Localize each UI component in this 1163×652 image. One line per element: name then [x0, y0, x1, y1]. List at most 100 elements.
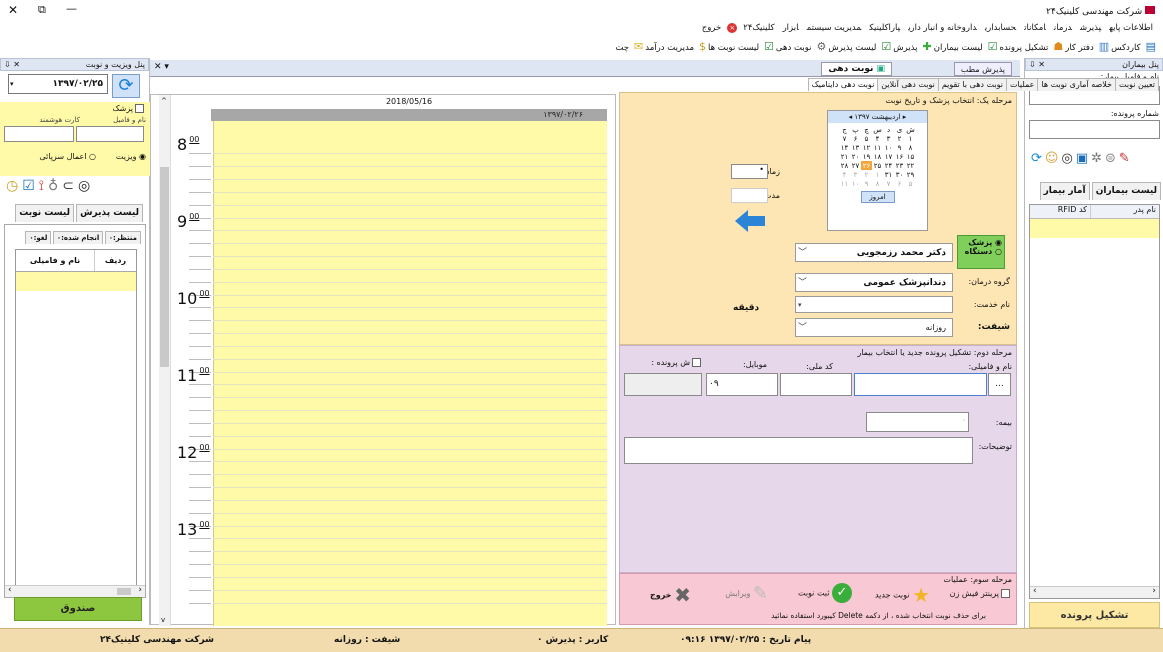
- next-month-button[interactable]: ▸: [903, 113, 907, 121]
- minimize-window-button[interactable]: —: [66, 2, 77, 15]
- subtab-0[interactable]: تعیین نوبت: [1115, 78, 1159, 91]
- calendar-day[interactable]: ۶: [850, 134, 861, 143]
- doctor-checkbox[interactable]: پزشک: [112, 104, 146, 113]
- calendar-day[interactable]: ۲: [861, 170, 872, 179]
- tab-patient-list[interactable]: لیست بیماران: [1091, 182, 1161, 200]
- insurance-select[interactable]: ◦: [866, 412, 969, 432]
- calendar-day[interactable]: ۳: [883, 134, 894, 143]
- toolbar-button-9[interactable]: چت: [615, 43, 629, 53]
- visit-time-input[interactable]: •: [731, 164, 768, 179]
- calendar-month[interactable]: اردیبهشت: [872, 113, 901, 121]
- calendar-day[interactable]: ۹: [861, 179, 872, 188]
- menu-item-0[interactable]: اطلاعات پایه: [1109, 23, 1153, 33]
- calendar-day[interactable]: ۵: [861, 134, 872, 143]
- day-schedule[interactable]: ^ v 2018/05/16 ۱۳۹۷/۰۲/۲۶ 8 00 9 00 10 00 11 00…: [150, 94, 616, 626]
- menu-item-4[interactable]: حسابداری: [985, 23, 1016, 33]
- subtab-1[interactable]: خلاصه آماری نوبت ها: [1037, 78, 1116, 91]
- toolbar-button-5[interactable]: لیست پذیرش: [828, 43, 876, 53]
- menu-item-2[interactable]: درمان: [1054, 23, 1072, 33]
- file-number-input[interactable]: [1029, 120, 1160, 139]
- toolbar-button-7[interactable]: لیست نوبت ها: [708, 43, 759, 53]
- visit-date-input[interactable]: ۱۳۹۷/۰۲/۲۵: [8, 74, 108, 94]
- exit-button[interactable]: ✖ خروج: [650, 583, 691, 607]
- mobile-input[interactable]: ۰۹: [706, 373, 778, 396]
- menu-item-10[interactable]: خروج: [702, 23, 722, 33]
- toolbar-button-6[interactable]: نوبت دهی: [776, 43, 812, 53]
- calendar-day[interactable]: ۱۴: [839, 143, 850, 152]
- menu-item-1[interactable]: پذیرش: [1080, 23, 1101, 33]
- calendar-day[interactable]: ۲۴: [883, 161, 894, 170]
- card-input[interactable]: [4, 126, 74, 142]
- prev-month-button[interactable]: ◂: [849, 113, 853, 121]
- tab-appointment-list[interactable]: لیست نوبت: [15, 204, 74, 222]
- calendar-day[interactable]: ۴: [872, 134, 883, 143]
- table-row[interactable]: [1030, 219, 1159, 238]
- menu-item-5[interactable]: داروخانه و انبار داری: [908, 23, 977, 33]
- subtab-2[interactable]: عملیات: [1005, 78, 1039, 91]
- close-window-button[interactable]: ✕: [8, 3, 18, 17]
- create-file-button[interactable]: تشکیل پرونده: [1029, 602, 1160, 628]
- menu-item-8[interactable]: ابزار: [783, 23, 799, 33]
- tab-appointment[interactable]: ▣ نوبت دهی: [821, 62, 892, 76]
- calendar-day[interactable]: ۷: [839, 134, 850, 143]
- file-number-check[interactable]: ش پرونده :: [651, 358, 703, 367]
- tab-cancelled[interactable]: لغو:۰: [25, 231, 52, 244]
- col-full-name[interactable]: نام و فامیلی: [16, 250, 94, 271]
- doctor-radio[interactable]: ◉ پزشک: [960, 238, 1002, 247]
- calendar-day[interactable]: ۱۱: [839, 179, 850, 188]
- doctor-select[interactable]: ﹀ دکتر محمد رزمجویی: [795, 243, 953, 262]
- calendar-day[interactable]: ۲۲: [905, 161, 916, 170]
- calendar-day[interactable]: ۲: [894, 134, 905, 143]
- browse-button[interactable]: ...: [988, 373, 1011, 396]
- menu-item-3[interactable]: امکانات: [1024, 23, 1046, 33]
- file-number-input[interactable]: [624, 373, 702, 396]
- today-button[interactable]: امروز: [860, 191, 895, 203]
- visit-grid[interactable]: ردیف نام و فامیلی: [15, 249, 137, 593]
- calendar-day[interactable]: ۵: [905, 179, 916, 188]
- dropdown-icon[interactable]: ▾: [10, 80, 14, 88]
- calendar-day[interactable]: ۲۱: [839, 152, 850, 161]
- calendar-day[interactable]: ۲۰: [850, 152, 861, 161]
- calendar-day[interactable]: ۱۸: [872, 152, 883, 161]
- tab-reception-list[interactable]: لیست پذیرش: [76, 204, 143, 222]
- col-father-name[interactable]: نام پدر: [1090, 205, 1159, 218]
- subtab-3[interactable]: نوبت دهی با تقویم: [937, 78, 1007, 91]
- calendar-day[interactable]: ۳۰: [894, 170, 905, 179]
- calendar-day[interactable]: ۲۸: [839, 161, 850, 170]
- refresh-button[interactable]: ⟳: [112, 74, 140, 98]
- pin-close-icon[interactable]: ✕ ⇩: [1029, 59, 1045, 70]
- horizontal-scrollbar[interactable]: ‹ ›: [5, 585, 145, 597]
- vertical-scrollbar[interactable]: ^ v: [159, 95, 171, 626]
- col-row[interactable]: ردیف: [94, 250, 136, 271]
- edit-button[interactable]: ✎ ویرایش: [725, 583, 768, 604]
- toolbar-button-2[interactable]: تشکیل پرونده: [1000, 43, 1049, 53]
- calendar-day[interactable]: ۱۶: [894, 152, 905, 161]
- name-input[interactable]: [76, 126, 144, 142]
- calendar-day[interactable]: ۲۵: [872, 161, 883, 170]
- cash-button[interactable]: صندوق: [14, 597, 142, 621]
- toolbar-button-0[interactable]: کاردکس: [1111, 43, 1140, 53]
- calendar-day[interactable]: ۴: [839, 170, 850, 179]
- calendar-day[interactable]: ۱۲: [861, 143, 872, 152]
- print-check[interactable]: پرینتر فیش زن: [950, 589, 1012, 598]
- pin-close-icon[interactable]: ✕ ⇩: [4, 59, 20, 70]
- calendar-day[interactable]: ۲۷: [850, 161, 861, 170]
- service-duration-input[interactable]: [731, 188, 768, 203]
- toolbar-button-4[interactable]: پذیرش: [893, 43, 917, 53]
- calendar-day[interactable]: ۱: [905, 134, 916, 143]
- close-doc-icon[interactable]: ✕ ▾: [154, 62, 169, 72]
- patient-actions-icons[interactable]: ⟳☺◎▣✲⊜✎: [1031, 151, 1133, 166]
- table-row[interactable]: [16, 272, 136, 291]
- calendar-day[interactable]: ۱۳: [850, 143, 861, 152]
- calendar-day[interactable]: ۳۱: [883, 170, 894, 179]
- calendar-day[interactable]: ۸: [872, 179, 883, 188]
- calendar-day[interactable]: ۲۹: [905, 170, 916, 179]
- calendar-day[interactable]: ۶: [894, 179, 905, 188]
- tab-waiting[interactable]: منتظر:۰: [104, 231, 141, 244]
- restore-window-button[interactable]: ⧉: [38, 3, 46, 17]
- new-appointment-button[interactable]: ★ نوبت جدید: [875, 583, 930, 607]
- calendar-day[interactable]: ۱۹: [861, 152, 872, 161]
- toolbar-button-3[interactable]: لیست بیماران: [934, 43, 983, 53]
- calendar-day[interactable]: ۷: [883, 179, 894, 188]
- tab-patient-stats[interactable]: آمار بیمار: [1039, 182, 1090, 200]
